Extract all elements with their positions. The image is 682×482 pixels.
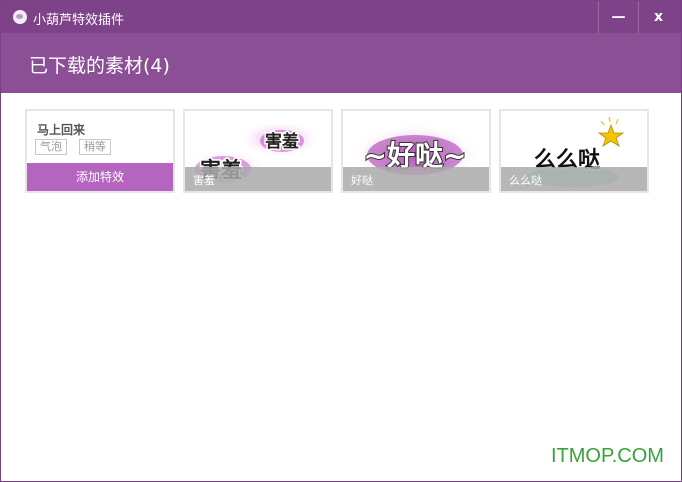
- page-header: 已下载的素材(4): [1, 33, 681, 93]
- add-effect-button[interactable]: 添加特效: [27, 163, 173, 191]
- plugin-window: 小葫芦特效插件 — x 已下载的素材(4) 马上回来 气泡 稍等 添加特效 害羞…: [0, 0, 682, 482]
- material-label: 好哒: [351, 174, 373, 187]
- material-card-shy[interactable]: 害羞 害羞 害羞: [183, 109, 333, 193]
- thumbnail-label-bar: 么么哒: [501, 167, 647, 191]
- site-watermark: ITMOP.COM: [551, 445, 664, 467]
- close-button[interactable]: x: [638, 1, 678, 33]
- material-label: 么么哒: [509, 174, 542, 187]
- material-tag: 稍等: [79, 139, 111, 155]
- title-bar[interactable]: 小葫芦特效插件 — x: [1, 1, 681, 33]
- material-card-be-right-back[interactable]: 马上回来 气泡 稍等 添加特效: [25, 109, 175, 193]
- thumbnail-label-bar: 害羞: [185, 167, 331, 191]
- material-card-ok[interactable]: ~好哒~ 好哒: [341, 109, 491, 193]
- material-tag: 气泡: [35, 139, 67, 155]
- material-label: 害羞: [193, 174, 215, 187]
- window-title: 小葫芦特效插件: [33, 13, 125, 28]
- minimize-button[interactable]: —: [598, 1, 638, 33]
- material-name: 马上回来: [37, 123, 86, 137]
- materials-grid: 马上回来 气泡 稍等 添加特效 害羞 害羞 ~好哒~ 好哒 么么哒 么么哒: [1, 93, 681, 481]
- page-title: 已下载的素材(4): [29, 55, 170, 77]
- svg-text:害羞: 害羞: [265, 131, 299, 152]
- thumbnail-label-bar: 好哒: [343, 167, 489, 191]
- material-card-kiss[interactable]: 么么哒 么么哒: [499, 109, 649, 193]
- gourd-logo-icon: [13, 10, 27, 24]
